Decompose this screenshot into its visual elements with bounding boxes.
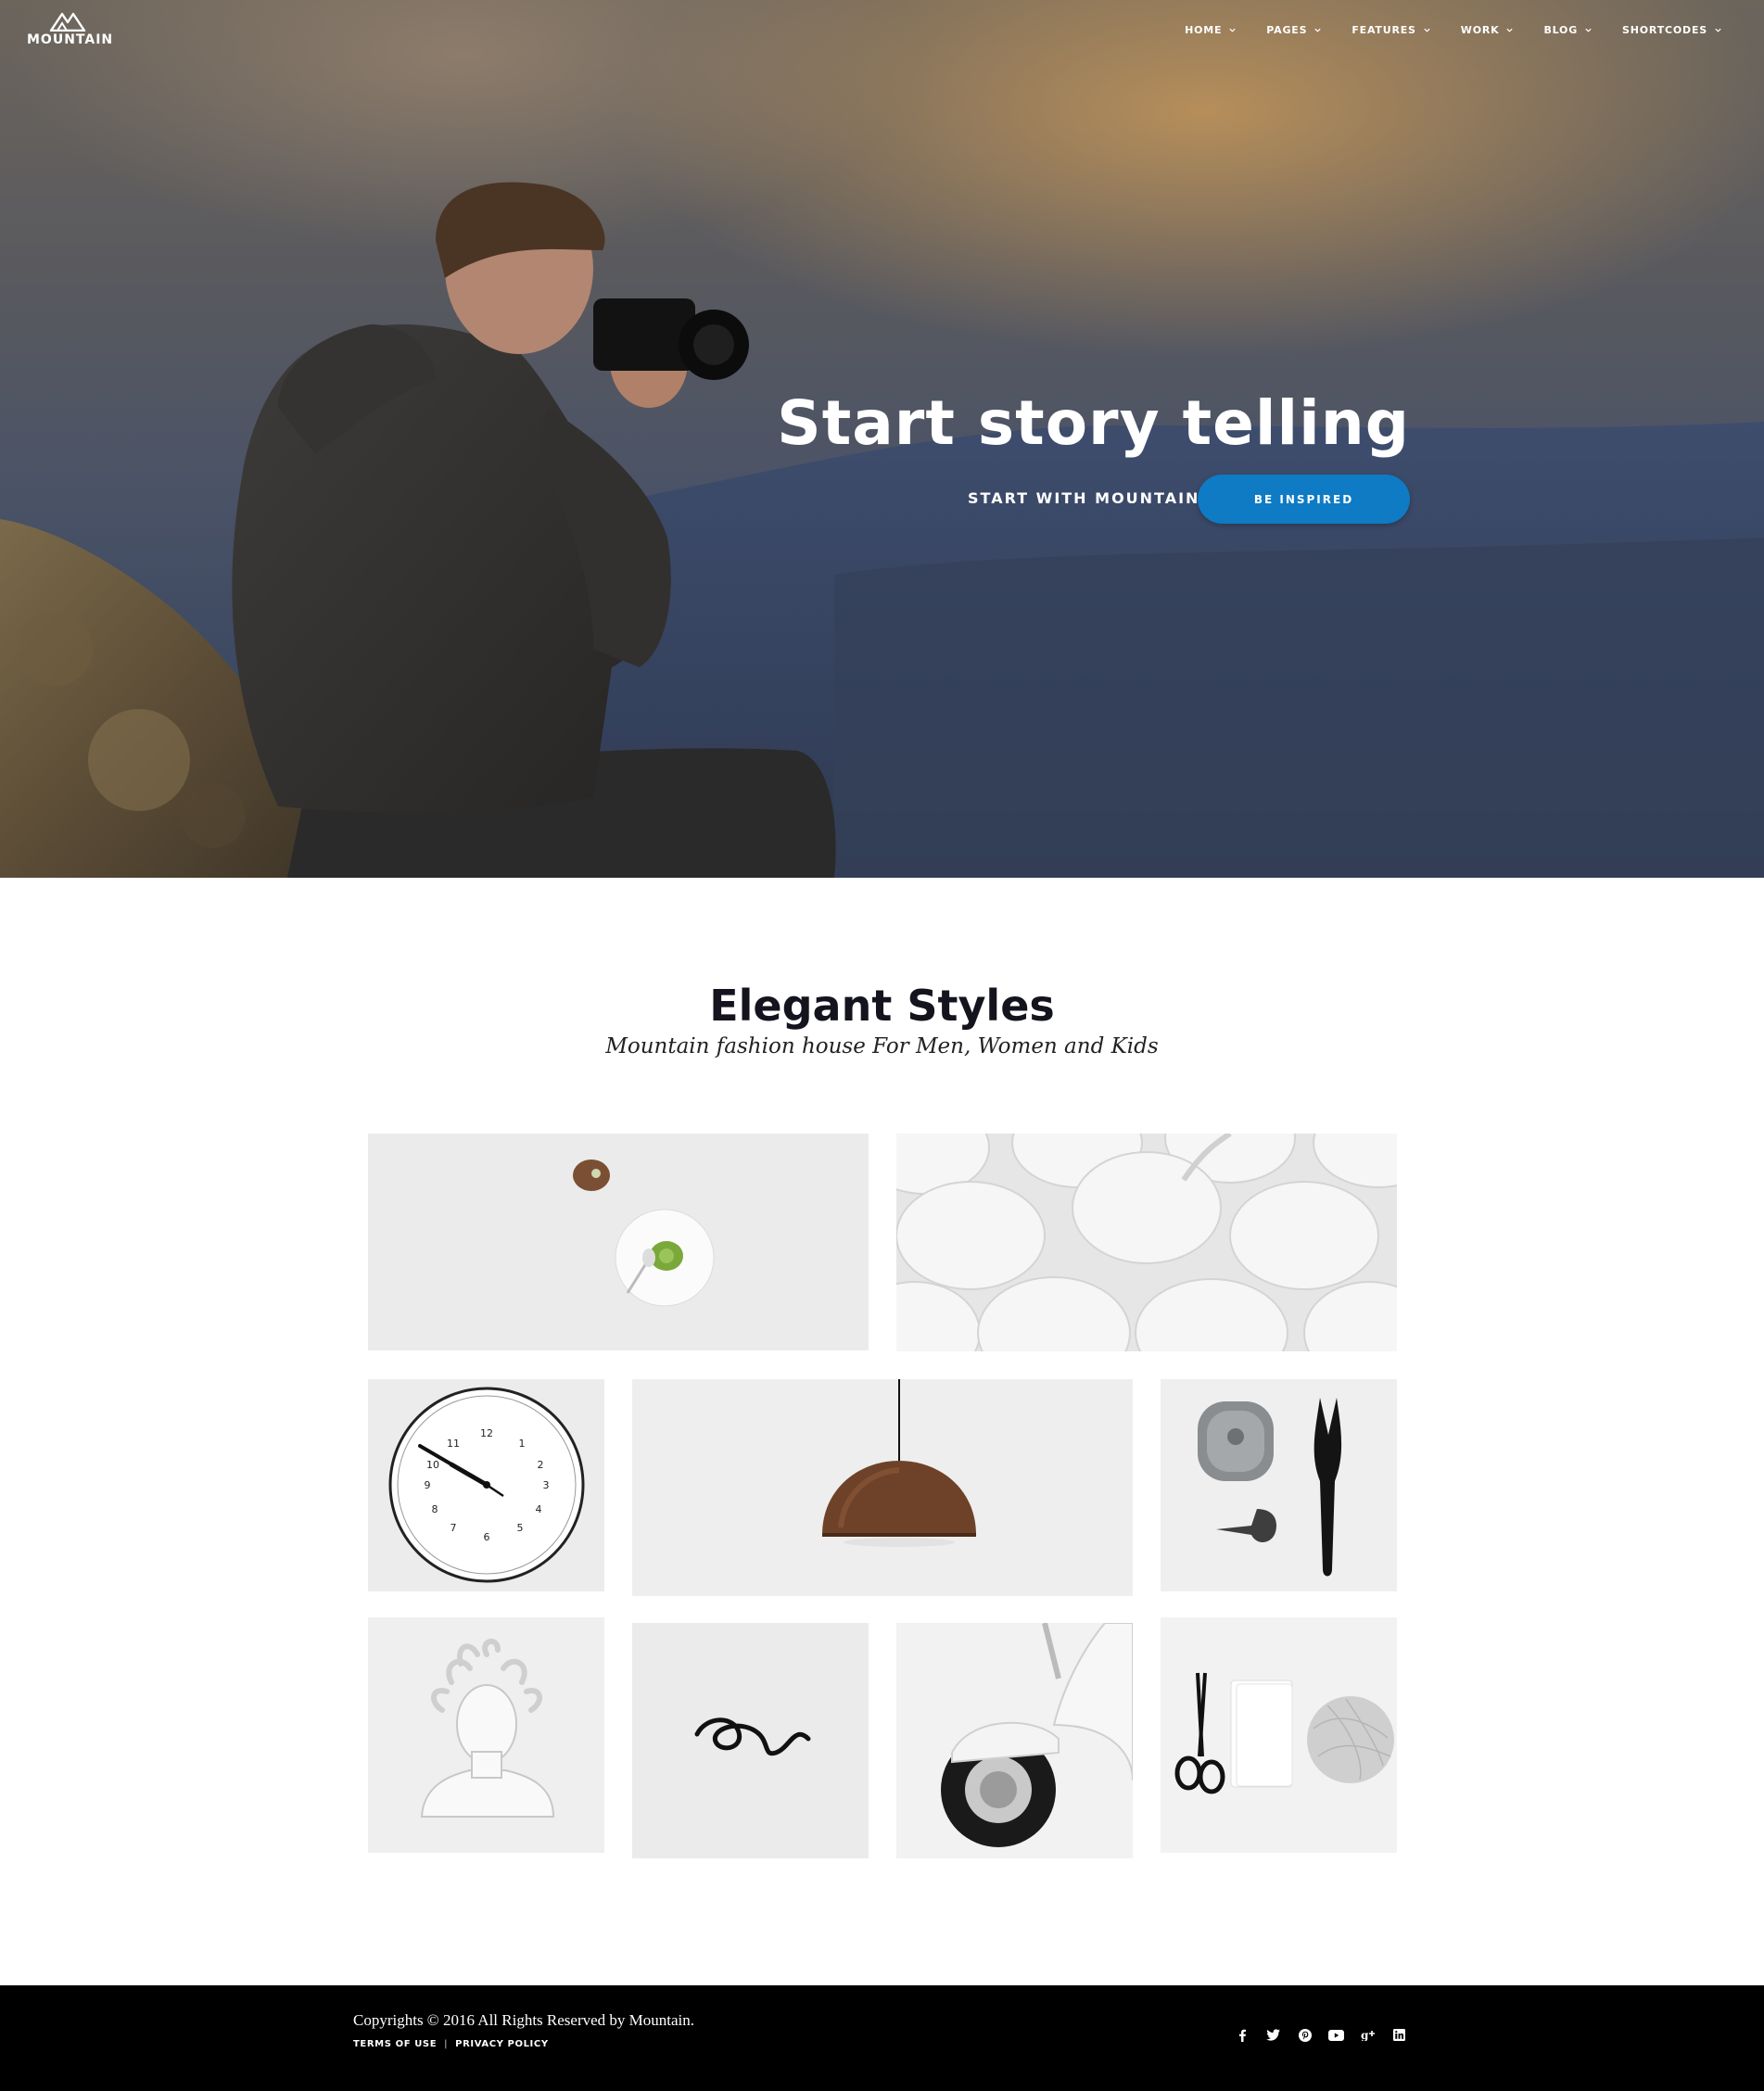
wall-clock-image: 12 12 345 6 7 8 9 10 11 xyxy=(368,1379,604,1591)
nav-item-blog[interactable]: BLOG xyxy=(1543,24,1593,36)
nav-item-features[interactable]: FEATURES xyxy=(1352,24,1430,36)
nav-label: WORK xyxy=(1460,24,1500,36)
scissors-notebook-yarn-image xyxy=(1161,1617,1397,1853)
svg-text:11: 11 xyxy=(447,1438,460,1450)
svg-text:12: 12 xyxy=(480,1427,493,1439)
terms-of-use-link[interactable]: TERMS OF USE xyxy=(353,2039,437,2049)
scooter-wheel-image xyxy=(896,1623,1133,1858)
chevron-down-icon xyxy=(1585,28,1592,32)
privacy-policy-link[interactable]: PRIVACY POLICY xyxy=(455,2039,549,2049)
gallery-item[interactable] xyxy=(1161,1379,1397,1591)
chevron-down-icon xyxy=(1715,28,1721,32)
gallery-item[interactable] xyxy=(368,1134,869,1350)
svg-text:g: g xyxy=(1361,2029,1369,2041)
svg-text:8: 8 xyxy=(432,1503,438,1515)
brand-name: MOUNTAIN xyxy=(27,32,114,47)
nav-label: FEATURES xyxy=(1352,24,1416,36)
svg-text:4: 4 xyxy=(536,1503,542,1515)
section-subtitle: Mountain fashion house For Men, Women an… xyxy=(605,1034,1159,1058)
gallery-item[interactable] xyxy=(632,1623,869,1858)
footer-legal-links: TERMS OF USE | PRIVACY POLICY xyxy=(353,2039,549,2049)
gallery-item[interactable] xyxy=(1161,1617,1397,1853)
copyright-text: Copyrights © 2016 All Rights Reserved by… xyxy=(353,2011,695,2029)
nav-label: HOME xyxy=(1185,24,1223,36)
youtube-icon[interactable] xyxy=(1327,2026,1345,2044)
tape-measure-scissors-image xyxy=(1161,1379,1397,1591)
gallery-item[interactable]: 12 1 2 345 6 7 8 9 10 11 xyxy=(368,1379,604,1591)
twitter-icon[interactable] xyxy=(1264,2026,1282,2044)
gallery-item[interactable] xyxy=(896,1134,1397,1351)
svg-text:3: 3 xyxy=(543,1479,550,1491)
pendant-lamp-image xyxy=(632,1379,1133,1596)
gallery-item[interactable] xyxy=(896,1623,1133,1858)
nav-label: PAGES xyxy=(1266,24,1308,36)
chevron-down-icon xyxy=(1424,28,1430,32)
hero-title: Start story telling xyxy=(777,387,1410,459)
kiwi-plate-image xyxy=(368,1134,869,1350)
pinterest-icon[interactable] xyxy=(1296,2026,1313,2044)
section-title: Elegant Styles xyxy=(709,981,1055,1031)
chevron-down-icon xyxy=(1229,28,1236,32)
chevron-down-icon xyxy=(1314,28,1321,32)
google-plus-icon[interactable]: g xyxy=(1359,2026,1377,2044)
svg-text:9: 9 xyxy=(425,1479,431,1491)
mountain-logo-icon xyxy=(49,12,86,32)
linkedin-icon[interactable] xyxy=(1390,2026,1408,2044)
facebook-icon[interactable] xyxy=(1233,2026,1250,2044)
black-ribbon-image xyxy=(632,1623,869,1858)
gallery-item[interactable] xyxy=(632,1379,1133,1596)
hero-subtitle: START WITH MOUNTAIN xyxy=(968,489,1200,507)
svg-text:1: 1 xyxy=(519,1438,526,1450)
svg-text:5: 5 xyxy=(517,1522,524,1534)
svg-text:10: 10 xyxy=(426,1459,439,1471)
nav-label: SHORTCODES xyxy=(1622,24,1707,36)
social-links: g xyxy=(1233,2026,1408,2044)
brand-logo[interactable]: MOUNTAIN xyxy=(27,11,114,47)
nav-item-pages[interactable]: PAGES xyxy=(1266,24,1322,36)
svg-text:7: 7 xyxy=(451,1522,457,1534)
svg-text:6: 6 xyxy=(484,1531,490,1543)
nav-item-home[interactable]: HOME xyxy=(1185,24,1237,36)
white-bowls-image xyxy=(896,1134,1397,1351)
nav-item-work[interactable]: WORK xyxy=(1461,24,1515,36)
medusa-bust-image xyxy=(368,1617,604,1853)
gallery-item[interactable] xyxy=(368,1617,604,1853)
svg-text:2: 2 xyxy=(538,1459,544,1471)
nav-label: BLOG xyxy=(1543,24,1579,36)
chevron-down-icon xyxy=(1506,28,1514,32)
main-nav: HOME PAGES FEATURES WORK BLOG SHORTCODES xyxy=(1185,24,1722,36)
link-separator: | xyxy=(444,2039,449,2049)
nav-item-shortcodes[interactable]: SHORTCODES xyxy=(1622,24,1722,36)
footer: Copyrights © 2016 All Rights Reserved by… xyxy=(0,1985,1764,2091)
hero-banner: MOUNTAIN HOME PAGES FEATURES WORK BLOG S… xyxy=(0,0,1764,878)
be-inspired-button[interactable]: BE INSPIRED xyxy=(1198,475,1410,524)
